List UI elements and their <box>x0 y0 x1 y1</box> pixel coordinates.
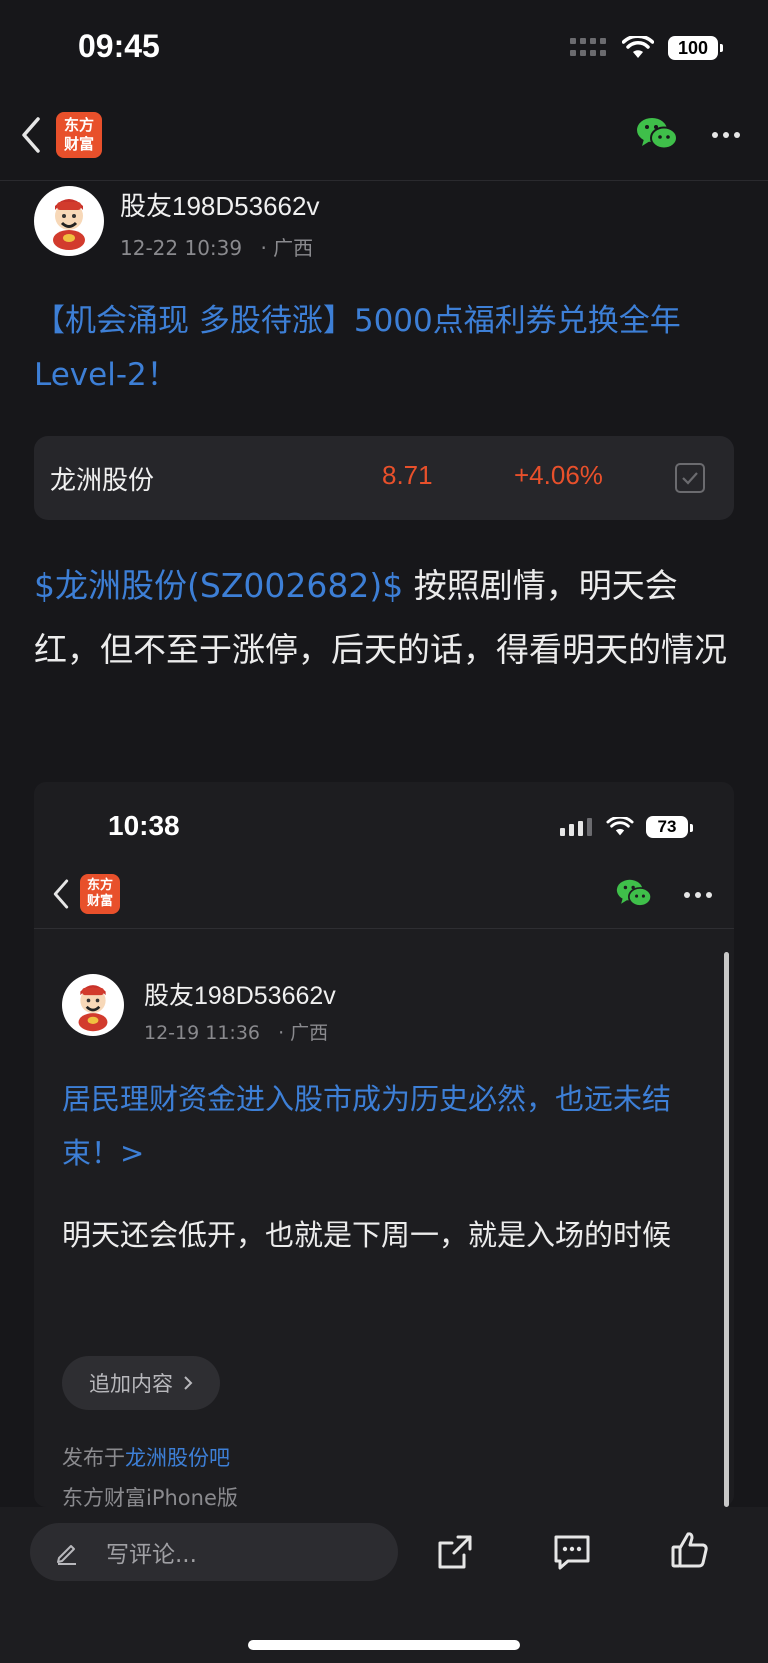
embedded-client: 东方财富iPhone版 <box>62 1486 238 1507</box>
add-content-label: 追加内容 <box>89 1372 173 1396</box>
embedded-title-link: 居民理财资金进入股市成为历史必然，也远未结束！> <box>62 1082 672 1170</box>
comment-input[interactable]: 写评论... <box>30 1523 398 1581</box>
stock-quote-card[interactable]: 龙洲股份 8.71 +4.06% <box>34 436 734 520</box>
logo-line-2: 财富 <box>63 135 94 153</box>
home-indicator <box>248 1640 520 1650</box>
wechat-share-icon[interactable] <box>636 116 678 152</box>
embedded-avatar <box>62 974 124 1036</box>
embedded-published-in: 发布于龙洲股份吧 <box>62 1442 230 1472</box>
embedded-logo-line-1: 东方 <box>86 878 113 893</box>
embedded-logo-line-2: 财富 <box>86 894 113 909</box>
embedded-body: 明天还会低开，也就是下周一，就是入场的时候 <box>62 1218 672 1252</box>
comment-icon[interactable] <box>552 1533 592 1571</box>
logo-line-1: 东方 <box>63 116 94 134</box>
post-title-link[interactable]: 【机会涌现 多股待涨】5000点福利券兑换全年Level-2！ <box>34 294 734 402</box>
post-username[interactable]: 股友198D53662v <box>120 186 319 223</box>
embedded-avatar-mascot-icon <box>78 985 108 1032</box>
chevron-right-icon <box>184 1376 193 1390</box>
stock-tag-link[interactable]: $龙洲股份(SZ002682)$ <box>34 566 403 605</box>
status-time: 09:45 <box>78 28 160 64</box>
embedded-status-icons: 73 <box>560 816 693 838</box>
embedded-battery: 73 <box>646 816 693 838</box>
embedded-back-icon <box>53 879 69 909</box>
post-attached-image[interactable]: 10:38 73 东方 财富 股友198D53662v 12-19 11:36 … <box>34 782 734 1507</box>
embedded-wechat-icon <box>616 879 652 907</box>
embedded-logo: 东方 财富 <box>80 874 120 914</box>
embedded-signal-icon <box>560 818 592 836</box>
back-arrow-icon[interactable] <box>20 116 42 154</box>
published-bar-link: 龙洲股份吧 <box>125 1446 230 1470</box>
signal-icon <box>570 38 606 56</box>
stock-change: +4.06% <box>514 460 603 490</box>
embedded-meta: 12-19 11:36 · 广西 <box>144 1018 328 1045</box>
embedded-status-time: 10:38 <box>108 810 180 841</box>
avatar[interactable] <box>34 186 104 256</box>
post-body: $龙洲股份(SZ002682)$ 按照剧情，明天会红，但不至于涨停，后天的话，得… <box>34 554 734 682</box>
battery-indicator: 100 <box>668 36 723 60</box>
embedded-username: 股友198D53662v <box>144 982 336 1010</box>
nav-bar: 东方 财富 <box>0 96 768 181</box>
wifi-icon <box>622 36 654 58</box>
pencil-icon <box>57 1545 76 1565</box>
post-date: 12-22 10:39 <box>120 236 243 260</box>
add-watchlist-checkbox-icon[interactable] <box>674 462 706 494</box>
embedded-date: 12-19 11:36 <box>144 1022 261 1044</box>
status-icons: 100 <box>570 36 723 60</box>
avatar-mascot-icon <box>53 199 85 250</box>
embedded-nav: 东方 财富 <box>34 858 734 929</box>
eastmoney-logo[interactable]: 东方 财富 <box>56 112 102 158</box>
post-location: · 广西 <box>260 236 314 260</box>
embedded-scrollbar <box>724 952 729 1507</box>
like-thumb-icon[interactable] <box>670 1530 710 1570</box>
published-prefix: 发布于 <box>62 1446 125 1470</box>
embedded-wifi-icon <box>606 817 634 836</box>
post-meta: 12-22 10:39 · 广西 <box>120 232 313 261</box>
stock-price: 8.71 <box>382 460 433 490</box>
embedded-add-content-chip: 追加内容 <box>62 1356 220 1410</box>
embedded-more-icon <box>684 892 712 898</box>
embedded-location: · 广西 <box>278 1022 329 1044</box>
more-menu-icon[interactable] <box>712 132 740 138</box>
share-icon[interactable] <box>436 1533 474 1571</box>
comment-placeholder: 写评论... <box>106 1542 197 1568</box>
stock-name: 龙洲股份 <box>50 466 155 496</box>
